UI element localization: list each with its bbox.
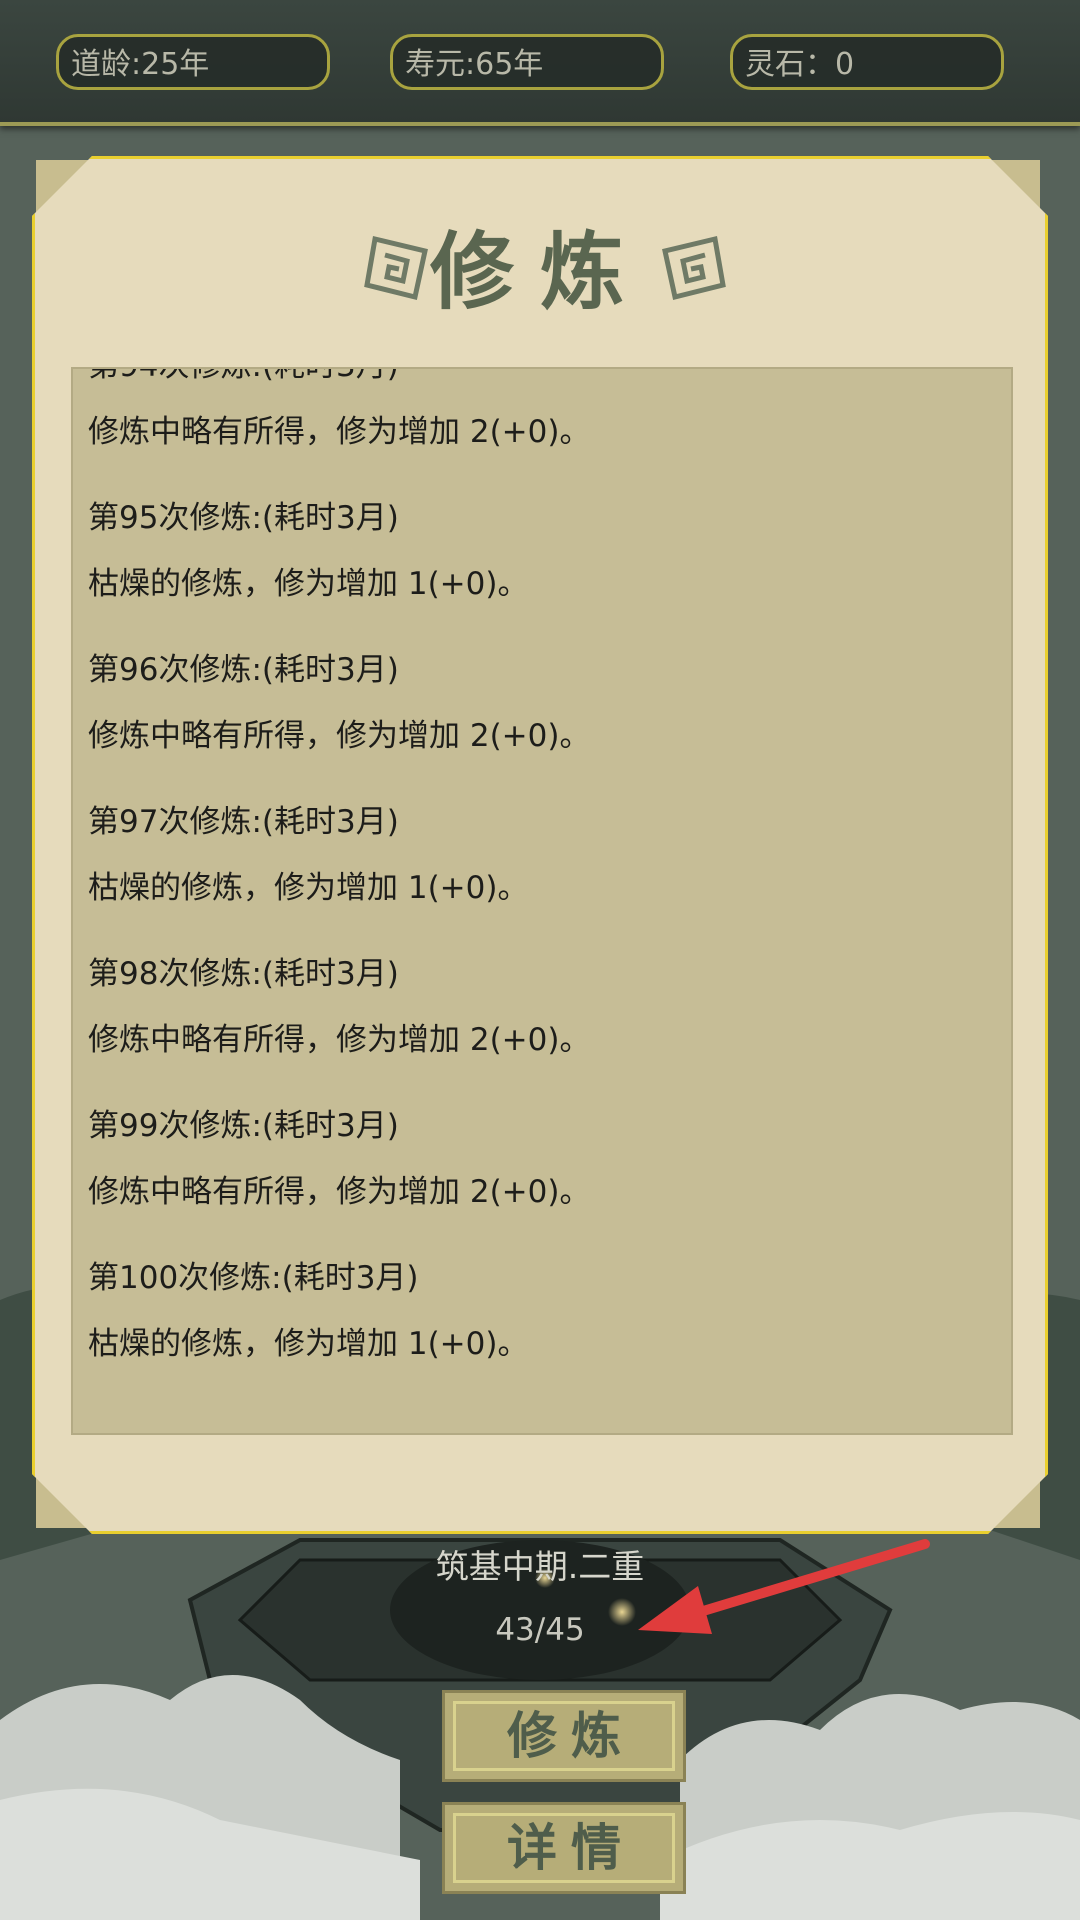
log-entry-title: 第99次修炼:(耗时3月) bbox=[88, 1108, 399, 1144]
log-entry-result: 枯燥的修炼，修为增加 1(+0)。 bbox=[88, 1326, 529, 1362]
log-entry-result: 修炼中略有所得，修为增加 2(+0)。 bbox=[88, 1022, 591, 1058]
log-entry-title: 第94次修炼:(耗时3月) bbox=[88, 369, 1011, 399]
log-entry-title: 第100次修炼:(耗时3月) bbox=[88, 1260, 419, 1296]
log-entry-result: 枯燥的修炼，修为增加 1(+0)。 bbox=[88, 870, 529, 906]
log-entry-result: 修炼中略有所得，修为增加 2(+0)。 bbox=[88, 718, 591, 754]
annotation-arrow-icon bbox=[638, 1539, 930, 1634]
modal-title: 修炼 bbox=[429, 222, 650, 321]
log-entry-result: 枯燥的修炼，修为增加 1(+0)。 bbox=[88, 566, 529, 602]
cultivation-log[interactable]: 第94次修炼:(耗时3月) 修炼中略有所得，修为增加 2(+0)。 第95次修炼… bbox=[71, 367, 1013, 1435]
log-entry-title: 第95次修炼:(耗时3月) bbox=[88, 500, 399, 536]
details-button[interactable]: 详情 bbox=[442, 1802, 686, 1894]
lifespan-stat: 寿元:65年 bbox=[390, 34, 664, 90]
dao-age-stat: 道龄:25年 bbox=[56, 34, 330, 90]
log-entry-result: 修炼中略有所得，修为增加 2(+0)。 bbox=[88, 414, 591, 450]
cultivation-modal: 修炼 第94次修炼:(耗时3月) 修炼中略有所得，修为增加 2(+0)。 第95… bbox=[32, 156, 1048, 1534]
title-scroll-right-icon bbox=[662, 235, 726, 301]
status-bar: 道龄:25年 寿元:65年 灵石：0 bbox=[0, 0, 1080, 126]
log-entry-title: 第97次修炼:(耗时3月) bbox=[88, 804, 399, 840]
spirit-stones-stat: 灵石：0 bbox=[730, 34, 1004, 90]
log-entry-result: 修炼中略有所得，修为增加 2(+0)。 bbox=[88, 1174, 591, 1210]
details-button-label: 详情 bbox=[507, 1818, 635, 1877]
cultivate-button-label: 修炼 bbox=[507, 1706, 635, 1765]
log-entry-title: 第98次修炼:(耗时3月) bbox=[88, 956, 399, 992]
cultivate-button[interactable]: 修炼 bbox=[442, 1690, 686, 1782]
log-entry-title: 第96次修炼:(耗时3月) bbox=[88, 652, 399, 688]
